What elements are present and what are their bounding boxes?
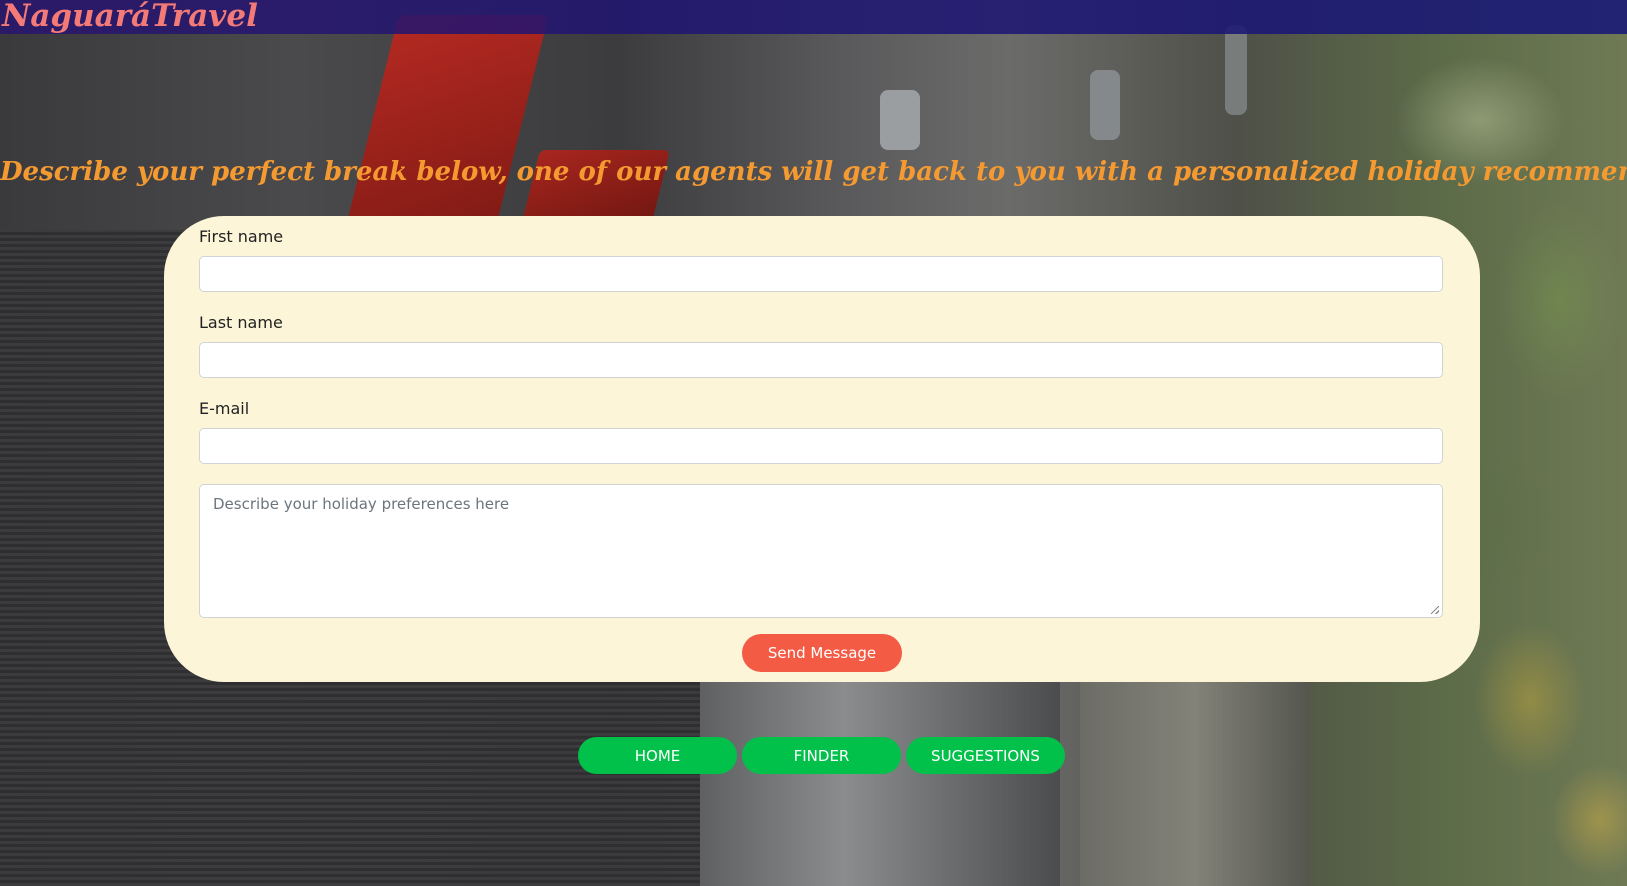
first-name-input[interactable] bbox=[199, 256, 1443, 292]
background-latch-3 bbox=[1225, 25, 1247, 115]
resize-handle-icon[interactable] bbox=[1431, 606, 1439, 614]
bottom-navigation: HOME FINDER SUGGESTIONS bbox=[578, 737, 1065, 774]
background-latch-2 bbox=[1090, 70, 1120, 140]
holiday-preferences-textarea[interactable]: Describe your holiday preferences here bbox=[199, 484, 1443, 618]
background-mailbox-flag bbox=[341, 15, 549, 245]
page-headline: Describe your perfect break below, one o… bbox=[0, 157, 1627, 187]
top-navbar: NaguaráTravel bbox=[0, 0, 1627, 34]
last-name-label: Last name bbox=[199, 313, 283, 332]
nav-home-button[interactable]: HOME bbox=[578, 737, 737, 774]
nav-suggestions-button[interactable]: SUGGESTIONS bbox=[906, 737, 1065, 774]
nav-finder-button[interactable]: FINDER bbox=[742, 737, 901, 774]
contact-page: NaguaráTravel Describe your perfect brea… bbox=[0, 0, 1627, 886]
contact-form: First name Last name E-mail Describe you… bbox=[164, 216, 1480, 682]
brand-logo[interactable]: NaguaráTravel bbox=[2, 0, 258, 34]
email-input[interactable] bbox=[199, 428, 1443, 464]
last-name-input[interactable] bbox=[199, 342, 1443, 378]
background-latch bbox=[880, 90, 920, 150]
holiday-preferences-placeholder: Describe your holiday preferences here bbox=[213, 495, 510, 513]
first-name-label: First name bbox=[199, 227, 284, 246]
email-label: E-mail bbox=[199, 399, 250, 418]
send-message-button[interactable]: Send Message bbox=[742, 634, 902, 672]
